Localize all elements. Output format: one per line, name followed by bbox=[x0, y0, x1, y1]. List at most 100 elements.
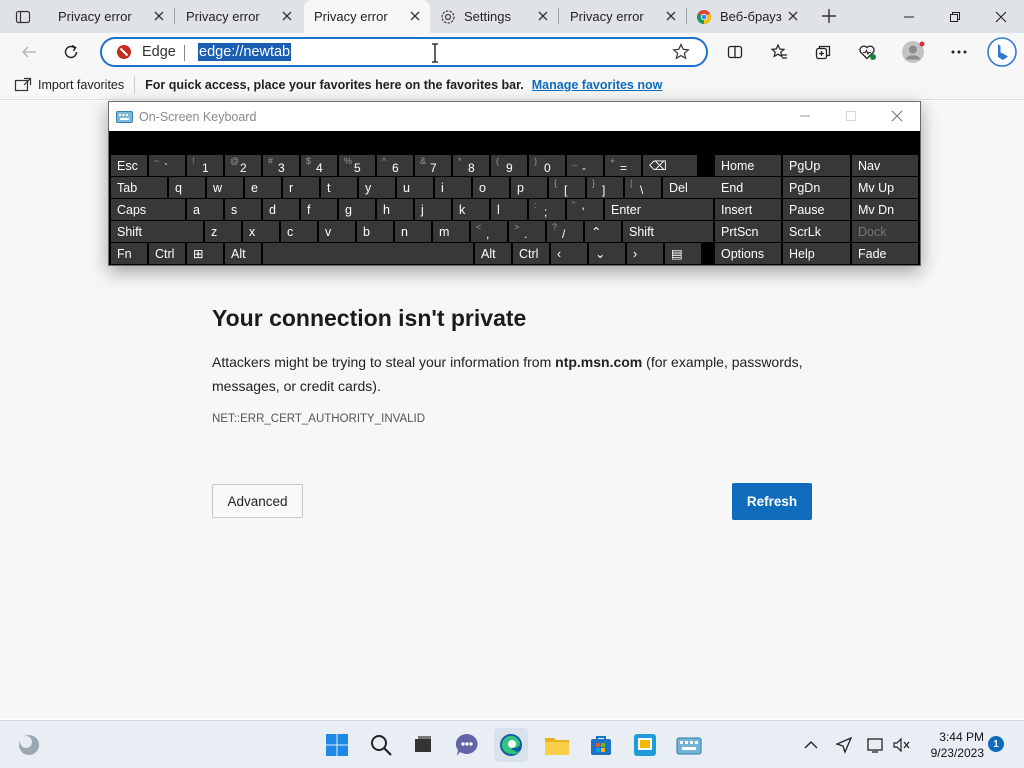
back-icon[interactable] bbox=[14, 37, 44, 67]
tab-privacy-error-2[interactable]: Privacy error bbox=[176, 0, 302, 33]
osk-key[interactable]: Caps bbox=[111, 199, 185, 220]
osk-key[interactable]: " ' bbox=[567, 199, 603, 220]
osk-key[interactable]: c bbox=[281, 221, 317, 242]
osk-key[interactable]: <, bbox=[471, 221, 507, 242]
osk-key[interactable]: $4 bbox=[301, 155, 337, 176]
clock[interactable]: 3:44 PM 9/23/2023 bbox=[918, 729, 984, 761]
osk-nav-key[interactable]: PgUp bbox=[783, 155, 850, 176]
osk-key[interactable]: e bbox=[245, 177, 281, 198]
osk-nav-key[interactable]: Options bbox=[715, 243, 781, 264]
address-bar[interactable]: Edge edge://newtab bbox=[100, 37, 708, 67]
tab-privacy-error-1[interactable]: Privacy error bbox=[48, 0, 174, 33]
notification-badge[interactable]: 1 bbox=[988, 736, 1004, 752]
close-tab-icon[interactable] bbox=[662, 7, 680, 25]
restore-icon[interactable] bbox=[932, 0, 978, 33]
osk-key[interactable]: @2 bbox=[225, 155, 261, 176]
osk-key[interactable]: › bbox=[627, 243, 663, 264]
chevron-up-icon[interactable] bbox=[800, 728, 822, 762]
osk-nav-key[interactable]: Mv Dn bbox=[852, 199, 918, 220]
osk-key[interactable]: h bbox=[377, 199, 413, 220]
split-screen-icon[interactable] bbox=[720, 37, 750, 67]
start-icon[interactable] bbox=[320, 728, 354, 762]
osk-key[interactable]: :; bbox=[529, 199, 565, 220]
task-view-icon[interactable] bbox=[406, 728, 440, 762]
microsoft-store-icon[interactable] bbox=[584, 728, 618, 762]
close-tab-icon[interactable] bbox=[406, 7, 424, 25]
osk-key[interactable]: ‹ bbox=[551, 243, 587, 264]
on-screen-keyboard-taskbar-icon[interactable] bbox=[672, 728, 706, 762]
osk-key[interactable]: Del bbox=[663, 177, 717, 198]
osk-nav-key[interactable]: Dock bbox=[852, 221, 918, 242]
close-tab-icon[interactable] bbox=[534, 7, 552, 25]
osk-key[interactable]: i bbox=[435, 177, 471, 198]
site-identity-label[interactable]: Edge bbox=[142, 44, 176, 60]
osk-nav-key[interactable]: ScrLk bbox=[783, 221, 850, 242]
close-window-icon[interactable] bbox=[978, 0, 1024, 33]
osk-key[interactable]: ) 0 bbox=[529, 155, 565, 176]
warning-icon[interactable] bbox=[116, 44, 132, 60]
osk-key[interactable]: ⌃ bbox=[585, 221, 621, 242]
osk-nav-key[interactable]: Pause bbox=[783, 199, 850, 220]
osk-key[interactable]: m bbox=[433, 221, 469, 242]
volume-muted-icon[interactable] bbox=[890, 728, 914, 762]
osk-key[interactable]: % 5 bbox=[339, 155, 375, 176]
osk-key[interactable]: #3 bbox=[263, 155, 299, 176]
close-tab-icon[interactable] bbox=[278, 7, 296, 25]
osk-key[interactable]: Ctrl bbox=[513, 243, 549, 264]
tab-actions-icon[interactable] bbox=[8, 2, 38, 32]
osk-key[interactable]: Esc bbox=[111, 155, 147, 176]
file-explorer-icon[interactable] bbox=[540, 728, 574, 762]
tab-privacy-error-active[interactable]: Privacy error bbox=[304, 0, 430, 33]
copilot-icon[interactable] bbox=[984, 35, 1020, 69]
osk-key[interactable]: _ - bbox=[567, 155, 603, 176]
osk-nav-key[interactable]: Nav bbox=[852, 155, 918, 176]
profile-avatar-icon[interactable] bbox=[898, 37, 928, 67]
tab-privacy-error-3[interactable]: Privacy error bbox=[560, 0, 686, 33]
tab-web-browser[interactable]: Веб-браузер bbox=[688, 0, 808, 33]
tab-settings[interactable]: Settings bbox=[432, 0, 558, 33]
osk-key[interactable]: ? / bbox=[547, 221, 583, 242]
osk-key[interactable] bbox=[263, 243, 473, 264]
osk-key[interactable]: >. bbox=[509, 221, 545, 242]
edge-taskbar-icon[interactable] bbox=[494, 728, 528, 762]
osk-key[interactable]: z bbox=[205, 221, 241, 242]
osk-key[interactable]: Alt bbox=[475, 243, 511, 264]
network-icon[interactable] bbox=[864, 728, 888, 762]
osk-key[interactable]: y bbox=[359, 177, 395, 198]
osk-key[interactable]: ^ 6 bbox=[377, 155, 413, 176]
osk-key[interactable]: t bbox=[321, 177, 357, 198]
search-icon[interactable] bbox=[364, 728, 398, 762]
osk-key[interactable]: d bbox=[263, 199, 299, 220]
close-tab-icon[interactable] bbox=[784, 7, 802, 25]
osk-key[interactable]: }] bbox=[587, 177, 623, 198]
url-text[interactable]: edge://newtab bbox=[198, 43, 292, 61]
osk-nav-key[interactable]: PrtScn bbox=[715, 221, 781, 242]
osk-key[interactable]: a bbox=[187, 199, 223, 220]
osk-nav-key[interactable]: Insert bbox=[715, 199, 781, 220]
refresh-icon[interactable] bbox=[56, 37, 86, 67]
osk-titlebar[interactable]: On-Screen Keyboard bbox=[109, 102, 920, 131]
osk-key[interactable]: l bbox=[491, 199, 527, 220]
osk-key[interactable]: Ctrl bbox=[149, 243, 185, 264]
minimize-icon[interactable] bbox=[886, 0, 932, 33]
osk-key[interactable]: f bbox=[301, 199, 337, 220]
osk-key[interactable]: ! 1 bbox=[187, 155, 223, 176]
favorites-icon[interactable] bbox=[764, 37, 794, 67]
osk-maximize-icon[interactable] bbox=[845, 110, 857, 122]
osk-key[interactable]: q bbox=[169, 177, 205, 198]
osk-key[interactable]: g bbox=[339, 199, 375, 220]
osk-key[interactable]: v bbox=[319, 221, 355, 242]
refresh-button[interactable]: Refresh bbox=[732, 483, 812, 520]
osk-minimize-icon[interactable] bbox=[799, 110, 811, 122]
osk-key[interactable]: k bbox=[453, 199, 489, 220]
browser-essentials-icon[interactable] bbox=[852, 37, 882, 67]
osk-key[interactable]: j bbox=[415, 199, 451, 220]
collections-icon[interactable] bbox=[808, 37, 838, 67]
osk-key[interactable]: * 8 bbox=[453, 155, 489, 176]
osk-key[interactable]: r bbox=[283, 177, 319, 198]
new-tab-icon[interactable] bbox=[814, 1, 844, 31]
osk-close-icon[interactable] bbox=[891, 110, 903, 122]
osk-key[interactable]: ⌫ bbox=[643, 155, 697, 176]
app-frame-icon[interactable] bbox=[628, 728, 662, 762]
osk-key[interactable]: p bbox=[511, 177, 547, 198]
